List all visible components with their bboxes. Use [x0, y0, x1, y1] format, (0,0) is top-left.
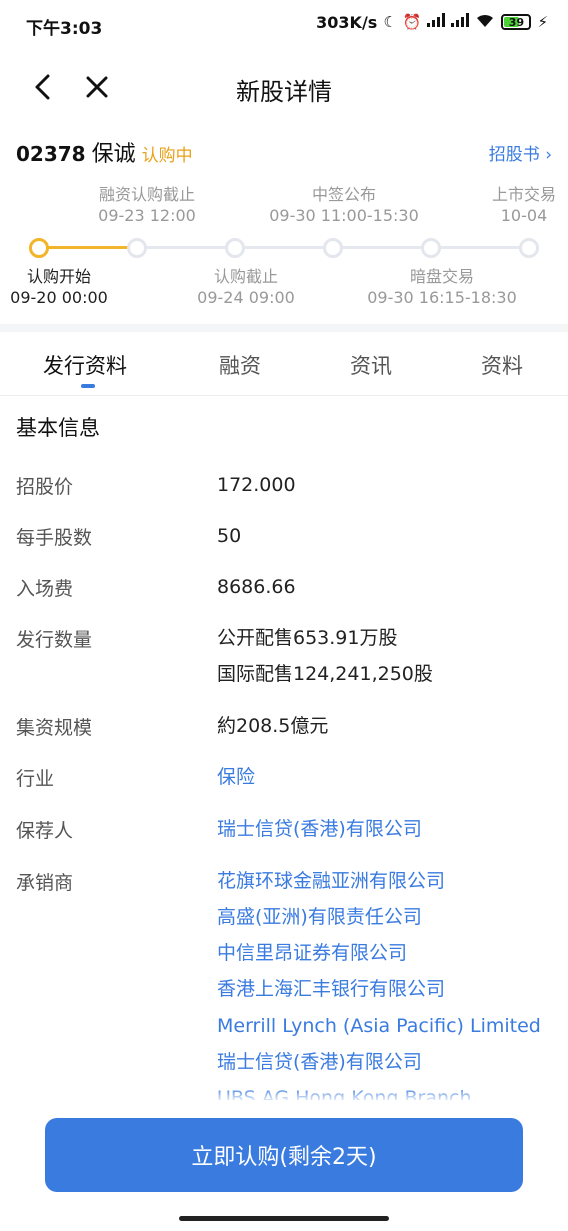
underwriter-link[interactable]: 高盛(亚洲)有限责任公司	[217, 899, 422, 935]
info-value-public-offer: 公开配售653.91万股	[217, 627, 398, 649]
underwriter-link[interactable]: 香港上海汇丰银行有限公司	[217, 971, 445, 1007]
underwriter-link[interactable]: Merrill Lynch (Asia Pacific) Limited	[217, 1008, 541, 1044]
network-speed: 303K/s	[316, 12, 378, 32]
tab-financing[interactable]: 融资	[219, 350, 261, 380]
info-label-price: 招股价	[16, 476, 74, 498]
timeline-progress-line	[48, 246, 128, 249]
timeline-dot	[519, 238, 539, 258]
timeline-dot	[323, 238, 343, 258]
wifi-icon	[475, 12, 495, 32]
info-label-underwriter: 承销商	[16, 872, 74, 894]
ipo-timeline: 融资认购截止 09-23 12:00 中签公布 09-30 11:00-15:3…	[0, 180, 568, 320]
tab-indicator	[81, 384, 95, 388]
stock-header: 02378 保诚 认购中 招股书 ›	[16, 136, 552, 168]
info-label-issue-size: 发行数量	[16, 629, 93, 651]
timeline-event-top: 上市交易 10-04	[491, 185, 556, 225]
battery-icon: 39	[501, 14, 532, 30]
prospectus-link[interactable]: 招股书 ›	[489, 140, 552, 165]
timeline-event-bottom: 暗盘交易 09-30 16:15-18:30	[367, 267, 517, 307]
tab-issue-info[interactable]: 发行资料	[43, 350, 127, 380]
info-value-fund-size: 約208.5億元	[217, 715, 329, 737]
info-value-entry-fee: 8686.66	[217, 576, 296, 598]
info-label-fund-size: 集资规模	[16, 717, 93, 739]
tab-bar: 发行资料 融资 资讯 资料	[0, 332, 568, 396]
sponsor-link[interactable]: 瑞士信贷(香港)有限公司	[217, 811, 422, 847]
section-title: 基本信息	[16, 416, 100, 440]
info-label-entry-fee: 入场费	[16, 578, 74, 600]
status-icons: 303K/s ☾ ⏰ 39 ⚡	[316, 12, 548, 32]
home-indicator[interactable]	[179, 1216, 389, 1221]
alarm-icon: ⏰	[402, 13, 422, 31]
info-label-industry: 行业	[16, 768, 55, 790]
timeline-dot-active	[29, 238, 49, 258]
page-title: 新股详情	[236, 78, 332, 106]
subscribe-button[interactable]: 立即认购(剩余2天)	[45, 1118, 523, 1192]
info-value-price: 172.000	[217, 474, 296, 496]
stock-name: 保诚	[91, 142, 136, 167]
timeline-dot	[421, 238, 441, 258]
info-label-sponsor: 保荐人	[16, 820, 74, 842]
timeline-event-bottom: 认购截止 09-24 09:00	[197, 267, 295, 307]
signal-icon	[427, 13, 446, 31]
charging-icon: ⚡	[537, 13, 548, 31]
info-value-lot-size: 50	[217, 525, 242, 547]
timeline-event-bottom: 认购开始 09-20 00:00	[10, 267, 108, 307]
status-bar: 下午3:03 303K/s ☾ ⏰ 39 ⚡	[0, 0, 568, 52]
info-label-lot-size: 每手股数	[16, 527, 93, 549]
tab-profile[interactable]: 资料	[481, 350, 523, 380]
stock-code: 02378	[16, 142, 86, 166]
section-divider	[0, 324, 568, 332]
info-value-intl-offer: 国际配售124,241,250股	[217, 663, 433, 685]
timeline-event-top: 融资认购截止 09-23 12:00	[98, 185, 196, 225]
underwriter-link[interactable]: 花旗环球金融亚洲有限公司	[217, 863, 445, 899]
timeline-dot	[225, 238, 245, 258]
underwriter-link[interactable]: 瑞士信贷(香港)有限公司	[217, 1044, 422, 1080]
timeline-event-top: 中签公布 09-30 11:00-15:30	[269, 185, 419, 225]
subscription-status: 认购中	[141, 146, 193, 166]
underwriter-link[interactable]: 中信里昂证券有限公司	[217, 935, 407, 971]
nav-bar: 新股详情	[0, 52, 568, 122]
signal-icon-2	[451, 13, 470, 31]
industry-link[interactable]: 保险	[217, 759, 255, 795]
moon-icon: ☾	[383, 13, 397, 31]
timeline-dot	[127, 238, 147, 258]
status-time: 下午3:03	[26, 19, 103, 39]
tab-news[interactable]: 资讯	[350, 350, 392, 380]
